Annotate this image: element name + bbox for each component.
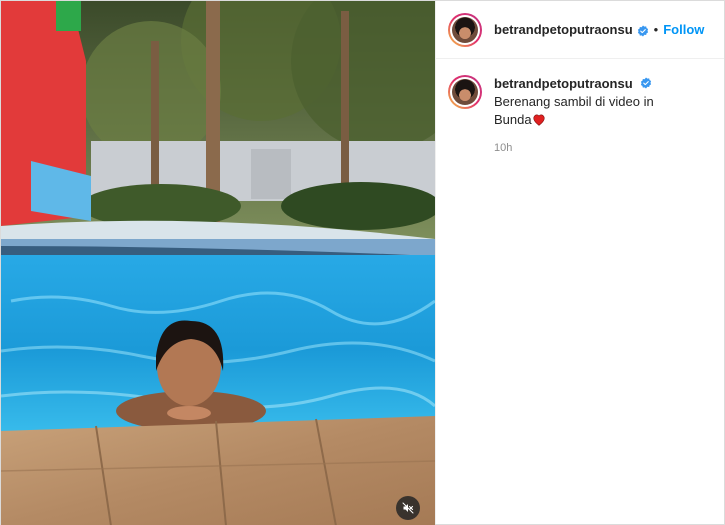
post-timestamp[interactable]: 10h: [494, 139, 694, 157]
header-separator: •: [653, 22, 659, 37]
caption-avatar[interactable]: [448, 75, 482, 109]
verified-badge-icon: [637, 24, 649, 36]
author-avatar[interactable]: [448, 12, 482, 47]
caption-username[interactable]: betrandpetoputraonsu: [494, 76, 633, 91]
follow-button[interactable]: Follow: [663, 22, 704, 37]
post-sidebar: betrandpetoputraonsu • Follow betrandpet…: [435, 1, 724, 524]
video-frame: [1, 1, 435, 525]
caption: betrandpetoputraonsu Berenang sambil di …: [436, 59, 724, 157]
speaker-muted-icon: [402, 502, 414, 514]
red-heart-icon: [532, 113, 546, 131]
mute-toggle-button[interactable]: [396, 496, 420, 520]
verified-badge-icon: [640, 76, 652, 89]
instagram-post: betrandpetoputraonsu • Follow betrandpet…: [0, 0, 725, 525]
caption-body: betrandpetoputraonsu Berenang sambil di …: [494, 75, 694, 157]
post-header: betrandpetoputraonsu • Follow: [436, 1, 724, 59]
post-video[interactable]: [1, 1, 435, 525]
caption-text: Berenang sambil di video in Bunda: [494, 94, 654, 127]
author-username[interactable]: betrandpetoputraonsu: [494, 22, 633, 37]
